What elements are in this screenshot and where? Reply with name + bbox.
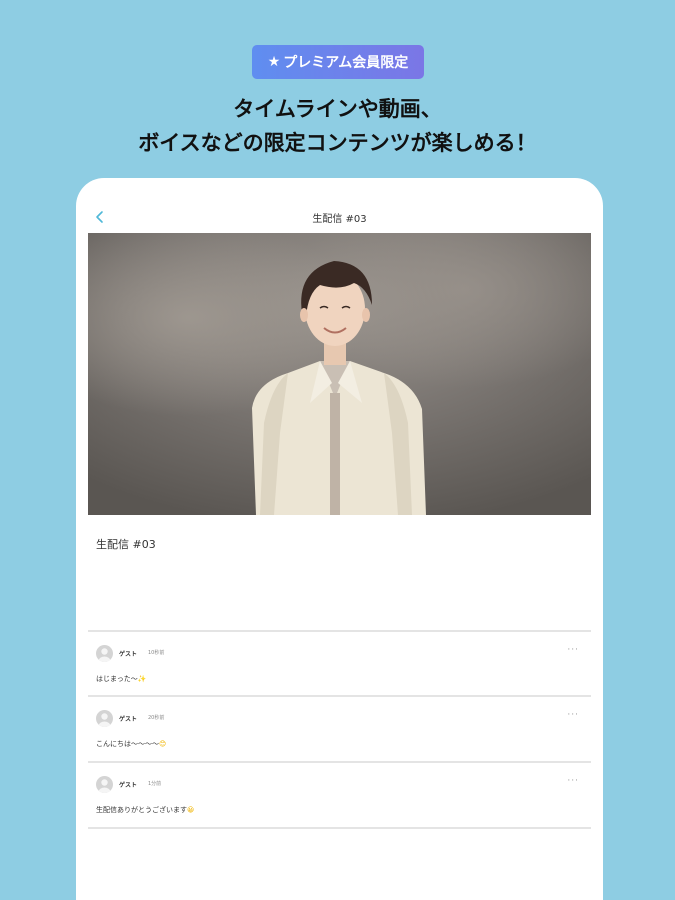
comment-body: はじまった〜: [96, 675, 138, 683]
comment-username: ゲスト: [119, 782, 138, 789]
headline-line-2: ボイスなどの限定コンテンツが楽しめる！: [138, 131, 537, 155]
grin-emoji-icon: 😀: [187, 806, 195, 814]
navigation-bar: 生配信 #03: [76, 203, 603, 231]
divider: [88, 630, 591, 632]
live-stream-video[interactable]: [88, 233, 591, 515]
comment-item: ゲスト 10秒前 ··· はじまった〜✨: [88, 634, 591, 698]
more-options-button[interactable]: ···: [567, 776, 579, 786]
comment-username: ゲスト: [119, 651, 138, 658]
sparkle-icon: ✨: [137, 675, 147, 683]
comment-item: ゲスト 1分前 ··· 生配信ありがとうございます😀: [88, 765, 591, 829]
page-title: 生配信 #03: [312, 213, 367, 225]
comment-body: こんにちは〜〜〜〜: [96, 740, 159, 748]
comment-text: はじまった〜✨: [96, 674, 146, 684]
back-button[interactable]: [90, 207, 110, 227]
person-photo: [88, 233, 591, 515]
comment-text: こんにちは〜〜〜〜😊: [96, 739, 166, 749]
more-options-button[interactable]: ···: [567, 645, 579, 655]
comment-username: ゲスト: [119, 716, 138, 723]
divider: [88, 827, 591, 829]
premium-badge: ★ プレミアム会員限定: [252, 45, 424, 79]
comment-body: 生配信ありがとうございます: [96, 806, 187, 814]
more-options-button[interactable]: ···: [567, 710, 579, 720]
user-icon: [98, 779, 111, 793]
post-title: 生配信 #03: [96, 538, 156, 551]
device-frame: 生配信 #03 生配信 #03 ゲスト 10秒前 ··· はじまった〜✨ ゲスト…: [76, 178, 603, 900]
avatar: [96, 776, 113, 793]
smile-emoji-icon: 😊: [159, 740, 167, 748]
user-icon: [98, 713, 111, 727]
comment-item: ゲスト 20秒前 ··· こんにちは〜〜〜〜😊: [88, 699, 591, 763]
avatar: [96, 710, 113, 727]
avatar: [96, 645, 113, 662]
promo-headline: タイムラインや動画、 ボイスなどの限定コンテンツが楽しめる！: [0, 92, 675, 160]
user-icon: [98, 648, 111, 662]
chevron-left-icon: [96, 211, 103, 223]
comment-text: 生配信ありがとうございます😀: [96, 805, 194, 815]
comment-timestamp: 1分前: [148, 781, 162, 787]
comment-timestamp: 10秒前: [148, 650, 165, 656]
headline-line-1: タイムラインや動画、: [233, 97, 442, 121]
divider: [88, 761, 591, 763]
premium-badge-label: プレミアム会員限定: [283, 55, 409, 71]
star-icon: ★: [267, 54, 281, 70]
comment-timestamp: 20秒前: [148, 715, 165, 721]
divider: [88, 695, 591, 697]
